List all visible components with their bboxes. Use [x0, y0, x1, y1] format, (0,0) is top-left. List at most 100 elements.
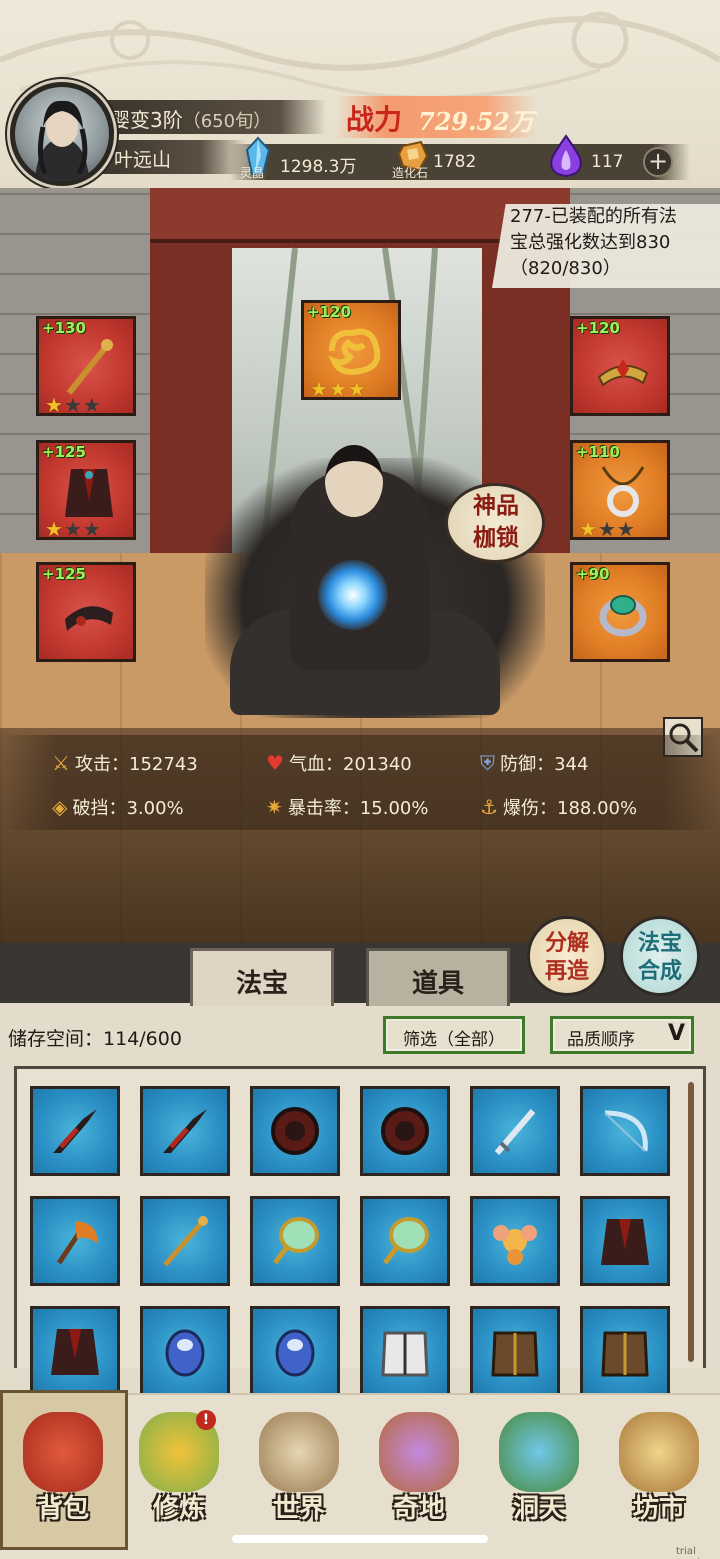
badge-line: 神品: [473, 492, 519, 519]
equip-slot-crown[interactable]: +120: [570, 316, 670, 416]
sort-quality-dropdown[interactable]: 品质顺序 V: [550, 1016, 694, 1054]
slot-level: +130: [42, 319, 86, 337]
jade-sword-icon: [494, 1109, 536, 1155]
slot-stars: ★★★: [45, 393, 102, 416]
inventory-item[interactable]: [140, 1086, 230, 1176]
spiked-wheel-icon: [381, 1107, 429, 1155]
tab-daoju[interactable]: 道具: [366, 948, 510, 1006]
inventory-item[interactable]: [140, 1196, 230, 1286]
button-line: 再造: [544, 958, 589, 984]
inventory-item[interactable]: [30, 1306, 120, 1396]
spiked-wheel-icon: [271, 1107, 319, 1155]
inventory-item[interactable]: [470, 1306, 560, 1396]
brown-armor-icon: [491, 1331, 539, 1377]
equip-slot-robe[interactable]: +125 ★★★: [36, 440, 136, 540]
inventory-item[interactable]: [140, 1306, 230, 1396]
realm-bar: 婴变3阶（650旬）: [96, 100, 326, 134]
nav-label: 洞天: [512, 1494, 565, 1524]
sword-icon: ⚔: [52, 751, 70, 775]
nav-label: 修炼: [152, 1494, 205, 1524]
stat-break: ◈ 破挡：3.00%: [52, 794, 184, 820]
slot-level: +120: [307, 303, 351, 321]
stone-value: 1782: [433, 152, 477, 172]
button-line: 合成: [637, 958, 682, 984]
home-indicator[interactable]: [232, 1535, 488, 1543]
filter-all-button[interactable]: 筛选（全部）: [383, 1016, 525, 1054]
inventory-item[interactable]: [580, 1306, 670, 1396]
portal-icon: [499, 1412, 579, 1492]
jade-bow-icon: [604, 1110, 648, 1152]
quest-progress: （820/830）: [510, 258, 621, 279]
storage-capacity: 储存空间：114/600: [8, 1028, 182, 1050]
nav-cultivate[interactable]: 修炼: [124, 1400, 234, 1540]
crystal-label: 灵晶: [240, 166, 265, 180]
belt-icon: [65, 606, 113, 631]
stat-attack: ⚔ 攻击：152743: [52, 750, 198, 776]
nav-label: 奇地: [392, 1494, 445, 1524]
shield-icon: ⛨: [480, 751, 495, 775]
spirit-flame-value: 117: [591, 152, 624, 172]
crit-icon: ✷: [266, 795, 283, 819]
crystal-value: 1298.3万: [280, 157, 357, 177]
inventory-item[interactable]: [360, 1086, 450, 1176]
pagoda-icon: [379, 1412, 459, 1492]
equip-slot-weapon[interactable]: +130 ★★★: [36, 316, 136, 416]
tab-fabao[interactable]: 法宝: [190, 948, 334, 1006]
player-name-bar: 叶远山: [96, 140, 246, 174]
nav-market[interactable]: 坊市: [604, 1400, 714, 1540]
player-avatar[interactable]: [10, 82, 114, 186]
equip-slot-belt[interactable]: +125: [36, 562, 136, 662]
nav-cave-heaven[interactable]: 洞天: [484, 1400, 594, 1540]
inventory-item[interactable]: [470, 1086, 560, 1176]
equip-slot-necklace[interactable]: +110 ★★★: [570, 440, 670, 540]
white-armor-icon: [381, 1331, 429, 1377]
slot-stars: ★★★: [45, 517, 102, 540]
staff-icon: [66, 339, 113, 395]
backpack-icon: [23, 1412, 103, 1492]
inventory-item[interactable]: [580, 1086, 670, 1176]
spirit-orb: [318, 560, 388, 630]
nav-backpack[interactable]: 背包: [8, 1400, 118, 1540]
add-resource-button[interactable]: +: [643, 147, 673, 177]
slot-level: +125: [42, 443, 86, 461]
inventory-item[interactable]: [30, 1196, 120, 1286]
inventory-item[interactable]: [580, 1196, 670, 1286]
blue-vessel-icon: [165, 1329, 205, 1377]
power-label: 战力: [346, 103, 403, 136]
stat-break-label: 破挡：3.00%: [72, 798, 184, 819]
notification-badge: !: [196, 1410, 216, 1430]
jade-mirror-icon: [383, 1217, 429, 1265]
synthesize-button[interactable]: 法宝 合成: [620, 916, 700, 996]
brown-armor-icon: [601, 1331, 649, 1377]
decompose-button[interactable]: 分解 再造: [527, 916, 607, 996]
stat-crit-label: 暴击率：15.00%: [287, 798, 429, 819]
power-value: 729.52万: [418, 107, 534, 136]
crown-icon: [597, 359, 649, 387]
stat-crit-damage: ⚓ 爆伤：188.00%: [480, 794, 637, 820]
inventory-item[interactable]: [250, 1306, 340, 1396]
stone-label: 造化石: [392, 166, 429, 180]
button-line: 法宝: [637, 930, 682, 956]
nav-secret-land[interactable]: 奇地: [364, 1400, 474, 1540]
badge-line: 枷锁: [473, 524, 519, 551]
inventory-item[interactable]: [30, 1086, 120, 1176]
golden-flower-icon: [493, 1225, 537, 1265]
equip-slot-ring[interactable]: +90: [570, 562, 670, 662]
inventory-item[interactable]: [360, 1306, 450, 1396]
robe-icon: [601, 1219, 649, 1265]
realm-age: （650旬）: [182, 111, 272, 132]
spirit-flame-icon: [550, 134, 582, 178]
inventory-item[interactable]: [250, 1196, 340, 1286]
crit-damage-icon: ⚓: [480, 795, 498, 819]
inventory-item[interactable]: [470, 1196, 560, 1286]
inventory-scrollbar[interactable]: [688, 1082, 694, 1362]
player-name: 叶远山: [114, 149, 172, 171]
inventory-item[interactable]: [250, 1086, 340, 1176]
flame-axe-icon: [56, 1221, 98, 1265]
stat-crit: ✷ 暴击率：15.00%: [266, 794, 429, 820]
equip-slot-artifact[interactable]: +120 ★★★: [301, 300, 401, 400]
slot-level: +90: [576, 565, 610, 583]
inventory-item[interactable]: [360, 1196, 450, 1286]
slot-stars: ★★★: [579, 517, 636, 540]
nav-world[interactable]: 世界: [244, 1400, 354, 1540]
